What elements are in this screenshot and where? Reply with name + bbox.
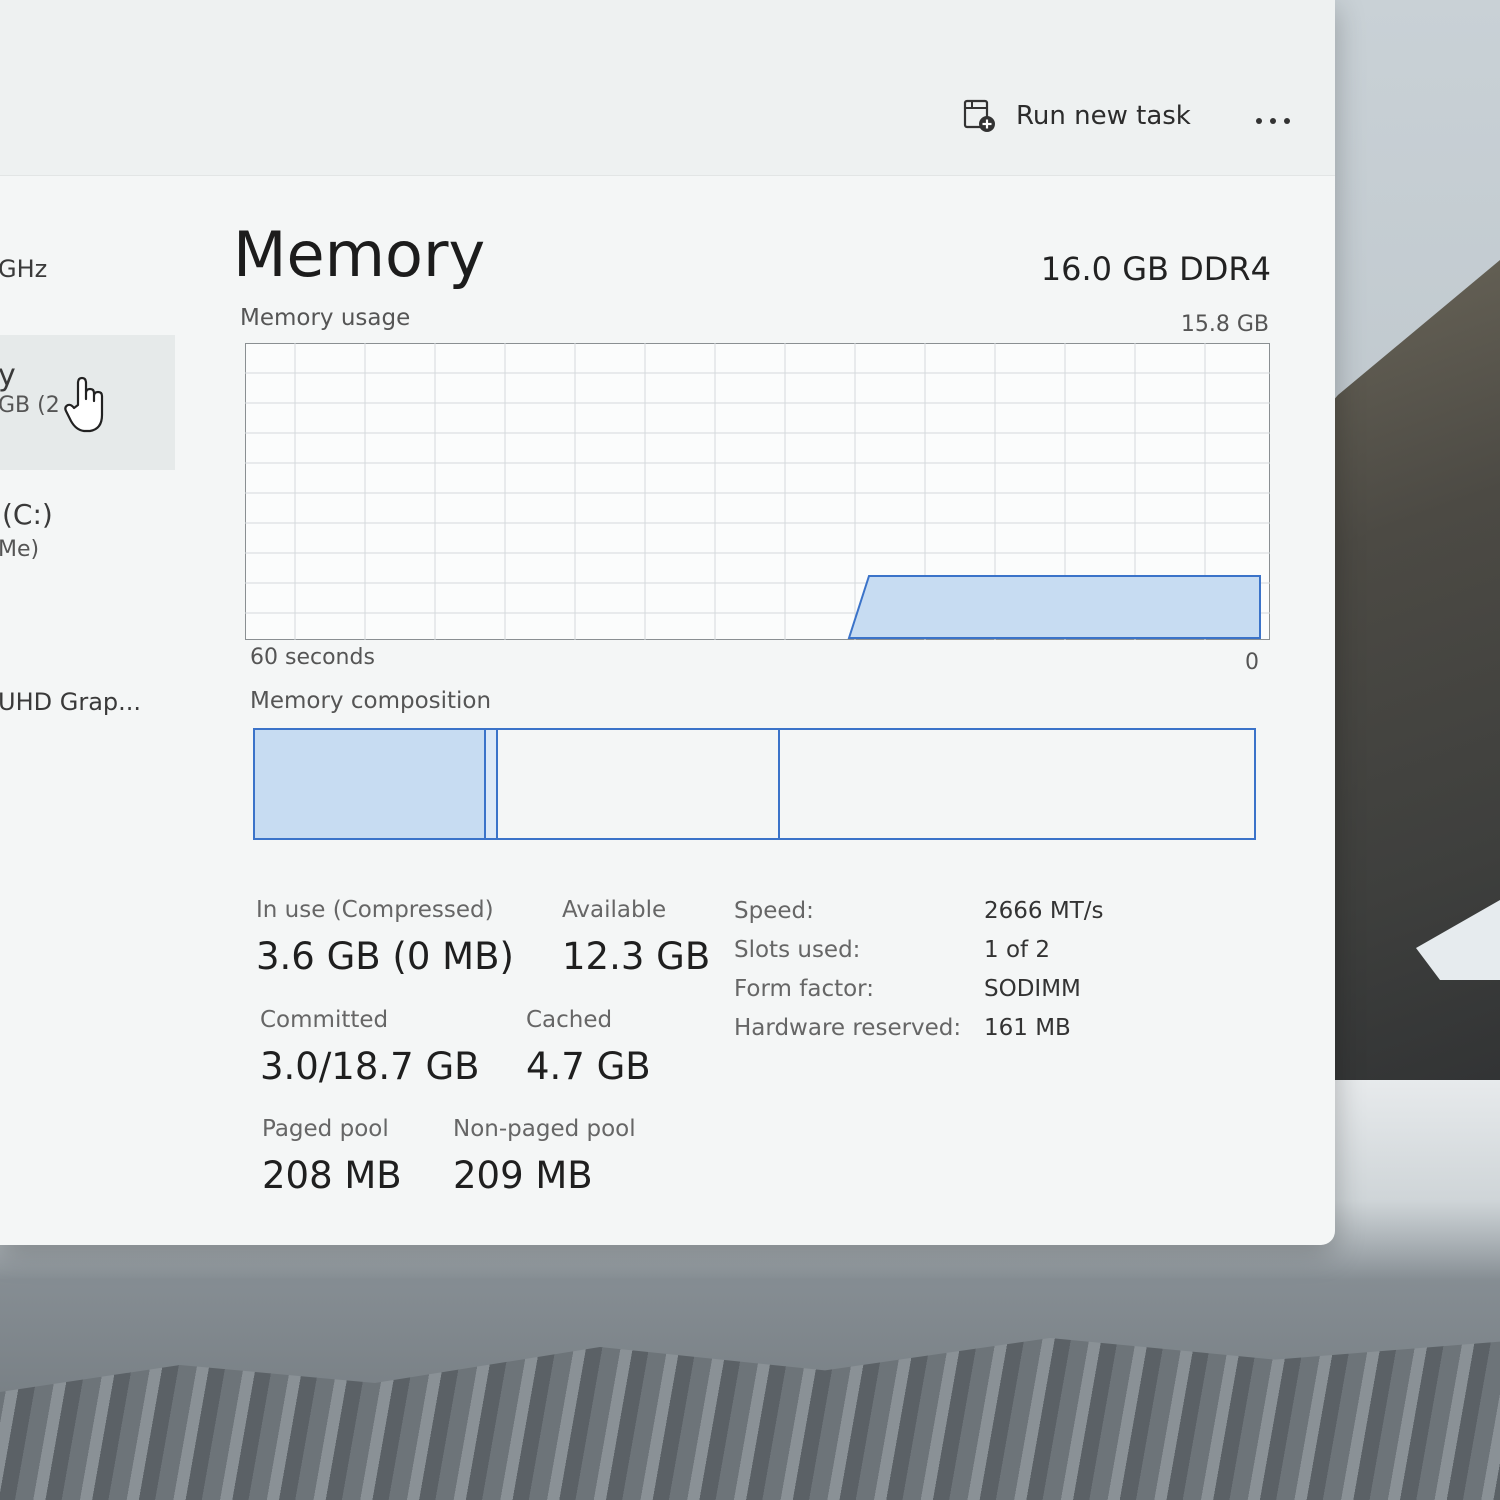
spec-value: SODIMM	[984, 976, 1081, 1002]
run-new-task-label: Run new task	[1016, 101, 1191, 131]
stat-value: 4.7 GB	[526, 1045, 651, 1088]
stat-label: Non-paged pool	[453, 1116, 636, 1142]
spec-value: 1 of 2	[984, 937, 1051, 963]
run-task-icon	[963, 99, 995, 132]
stat-committed: Committed 3.0/18.7 GB	[260, 1007, 480, 1088]
stat-label: In use (Compressed)	[256, 897, 494, 923]
stat-value: 209 MB	[453, 1154, 593, 1197]
stat-label: Paged pool	[262, 1116, 389, 1142]
more-icon[interactable]	[1250, 100, 1300, 140]
hand-cursor-icon	[64, 376, 104, 433]
graph-time-left: 60 seconds	[250, 645, 375, 670]
memory-usage-graph	[245, 343, 1270, 640]
graph-time-right: 0	[1245, 650, 1259, 675]
stat-non-paged-pool: Non-paged pool 209 MB	[453, 1116, 636, 1197]
stat-paged-pool: Paged pool 208 MB	[262, 1116, 402, 1197]
stat-value: 208 MB	[262, 1154, 402, 1197]
memory-composition-label: Memory composition	[250, 688, 492, 714]
stat-value: 12.3 GB	[562, 935, 711, 978]
spec-label: Hardware reserved:	[734, 1015, 962, 1041]
sidebar-item-sublabel: Me)	[0, 537, 40, 562]
composition-standby-segment	[498, 730, 780, 838]
sidebar-item-label: (C:)	[2, 498, 53, 531]
memory-usage-label: Memory usage	[240, 305, 411, 331]
memory-spec: 16.0 GB DDR4	[1040, 250, 1271, 288]
composition-free-segment	[780, 730, 1254, 838]
sidebar-item-label: UHD Grap...	[0, 688, 142, 716]
sidebar-item-disk[interactable]: (C:) Me)	[0, 498, 200, 562]
memory-usage-max: 15.8 GB	[1180, 312, 1269, 337]
stat-value: 3.0/18.7 GB	[260, 1045, 480, 1088]
spec-value: 161 MB	[984, 1015, 1071, 1041]
stat-available: Available 12.3 GB	[562, 897, 710, 978]
command-bar: Run new task	[0, 0, 1335, 176]
stat-label: Cached	[526, 1007, 613, 1033]
run-new-task-button[interactable]: Run new task	[962, 96, 1191, 136]
spec-value: 2666 MT/s	[984, 898, 1104, 924]
sidebar-item-gpu[interactable]: UHD Grap...	[0, 688, 200, 716]
stat-in-use: In use (Compressed) 3.6 GB (0 MB)	[256, 897, 514, 978]
task-manager-window: Run new task GHz y GB (2 (C:) Me) UHD Gr…	[0, 0, 1335, 1245]
wallpaper-rocks	[0, 1338, 1500, 1500]
memory-composition-bar	[253, 728, 1256, 840]
composition-modified-segment	[486, 730, 498, 838]
stat-label: Committed	[260, 1007, 389, 1033]
sidebar-item-label: GHz	[0, 255, 48, 283]
spec-label: Speed:	[734, 898, 814, 924]
spec-label: Slots used:	[734, 937, 861, 963]
spec-label: Form factor:	[734, 976, 874, 1002]
stat-cached: Cached 4.7 GB	[526, 1007, 651, 1088]
page-title: Memory	[233, 218, 486, 291]
composition-in-use-segment	[255, 730, 486, 838]
stat-label: Available	[562, 897, 667, 923]
stat-value: 3.6 GB (0 MB)	[256, 935, 514, 978]
sidebar-item-cpu[interactable]: GHz	[0, 255, 200, 283]
